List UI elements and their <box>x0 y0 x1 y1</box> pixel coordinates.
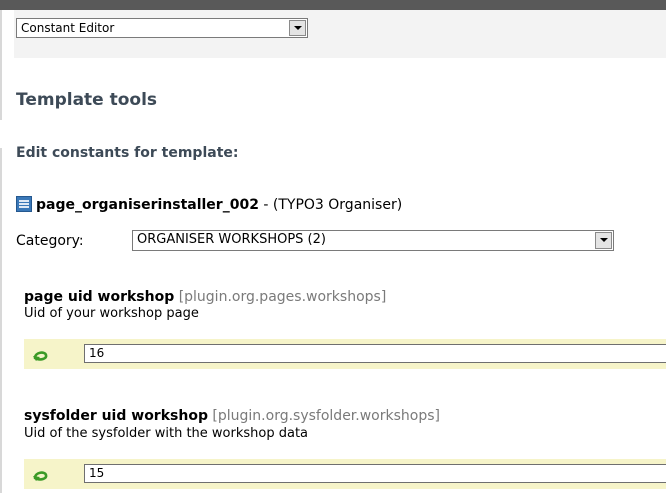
chevron-down-icon[interactable] <box>595 232 612 249</box>
constant-title: sysfolder uid workshop [plugin.org.sysfo… <box>24 408 440 424</box>
top-bar <box>0 0 666 10</box>
section-heading: Edit constants for template: <box>16 145 239 161</box>
category-label: Category: <box>16 233 84 249</box>
category-selected: ORGANISER WORKSHOPS (2) <box>137 232 326 247</box>
page-title: Template tools <box>16 90 158 110</box>
constant-value-input[interactable]: 16 <box>84 344 666 363</box>
revert-icon[interactable] <box>32 347 50 363</box>
template-record: page_organiserinstaller_002 - (TYPO3 Org… <box>16 196 402 213</box>
constant-name: page uid workshop <box>24 289 175 305</box>
revert-icon[interactable] <box>32 467 50 483</box>
constant-key: [plugin.org.pages.workshops] <box>178 289 387 305</box>
template-suffix: - (TYPO3 Organiser) <box>258 197 403 213</box>
constant-title: page uid workshop [plugin.org.pages.work… <box>24 289 386 305</box>
chevron-down-icon[interactable] <box>289 20 306 36</box>
template-name: page_organiserinstaller_002 <box>36 197 259 213</box>
constant-key: [plugin.org.sysfolder.workshops] <box>212 408 440 424</box>
category-select[interactable]: ORGANISER WORKSHOPS (2) <box>132 230 614 251</box>
template-icon[interactable] <box>16 196 32 212</box>
module-function-select[interactable]: Constant Editor <box>16 18 308 38</box>
constant-description: Uid of the sysfolder with the workshop d… <box>24 426 309 441</box>
left-divider <box>0 10 2 120</box>
constant-editor-screen: Constant Editor Template tools Edit cons… <box>0 0 666 493</box>
constant-value-input[interactable]: 15 <box>84 464 666 483</box>
module-function-selected: Constant Editor <box>21 21 115 35</box>
constant-description: Uid of your workshop page <box>24 306 199 321</box>
constant-name: sysfolder uid workshop <box>24 408 208 424</box>
left-divider <box>0 148 2 493</box>
